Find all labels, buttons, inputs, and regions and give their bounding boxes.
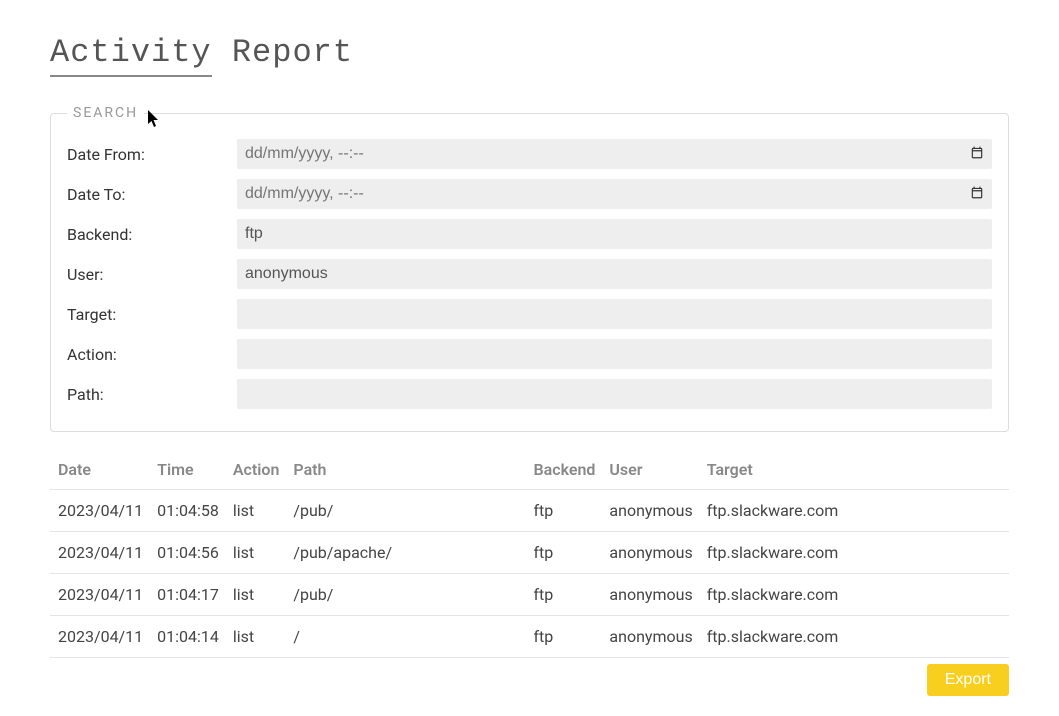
th-target[interactable]: Target — [699, 450, 1009, 490]
td-date: 2023/04/11 — [50, 616, 149, 658]
date-to-label: Date To: — [67, 185, 237, 204]
td-date: 2023/04/11 — [50, 574, 149, 616]
td-path: /pub/ — [285, 490, 525, 532]
td-path: / — [285, 616, 525, 658]
td-date: 2023/04/11 — [50, 490, 149, 532]
th-time[interactable]: Time — [149, 450, 225, 490]
search-fieldset: SEARCH Date From: Date To: Backend: — [50, 105, 1009, 432]
target-input[interactable] — [237, 299, 992, 329]
td-target: ftp.slackware.com — [699, 532, 1009, 574]
td-time: 01:04:58 — [149, 490, 225, 532]
page-title: Activity Report — [50, 34, 1009, 77]
td-action: list — [225, 616, 286, 658]
td-target: ftp.slackware.com — [699, 490, 1009, 532]
td-action: list — [225, 490, 286, 532]
backend-input[interactable] — [237, 219, 992, 249]
th-backend[interactable]: Backend — [525, 450, 601, 490]
td-backend: ftp — [525, 574, 601, 616]
td-path: /pub/apache/ — [285, 532, 525, 574]
path-input[interactable] — [237, 379, 992, 409]
td-target: ftp.slackware.com — [699, 616, 1009, 658]
table-row: 2023/04/1101:04:17list/pub/ftpanonymousf… — [50, 574, 1009, 616]
user-label: User: — [67, 265, 237, 284]
table-row: 2023/04/1101:04:14list/ftpanonymousftp.s… — [50, 616, 1009, 658]
date-from-input[interactable] — [237, 139, 992, 169]
page-title-text-2: Report — [212, 34, 353, 71]
td-action: list — [225, 574, 286, 616]
td-backend: ftp — [525, 616, 601, 658]
th-date[interactable]: Date — [50, 450, 149, 490]
td-time: 01:04:17 — [149, 574, 225, 616]
td-backend: ftp — [525, 490, 601, 532]
action-label: Action: — [67, 345, 237, 364]
td-date: 2023/04/11 — [50, 532, 149, 574]
table-row: 2023/04/1101:04:56list/pub/apache/ftpano… — [50, 532, 1009, 574]
results-table: Date Time Action Path Backend User Targe… — [50, 450, 1009, 658]
td-time: 01:04:56 — [149, 532, 225, 574]
date-from-label: Date From: — [67, 145, 237, 164]
date-to-input[interactable] — [237, 179, 992, 209]
backend-label: Backend: — [67, 225, 237, 244]
table-row: 2023/04/1101:04:58list/pub/ftpanonymousf… — [50, 490, 1009, 532]
th-action[interactable]: Action — [225, 450, 286, 490]
user-input[interactable] — [237, 259, 992, 289]
td-path: /pub/ — [285, 574, 525, 616]
td-target: ftp.slackware.com — [699, 574, 1009, 616]
td-action: list — [225, 532, 286, 574]
td-user: anonymous — [601, 616, 698, 658]
search-legend: SEARCH — [67, 105, 144, 121]
th-path[interactable]: Path — [285, 450, 525, 490]
td-time: 01:04:14 — [149, 616, 225, 658]
path-label: Path: — [67, 385, 237, 404]
page-title-text-1: Activity — [50, 34, 212, 77]
td-user: anonymous — [601, 574, 698, 616]
td-user: anonymous — [601, 490, 698, 532]
target-label: Target: — [67, 305, 237, 324]
td-backend: ftp — [525, 532, 601, 574]
td-user: anonymous — [601, 532, 698, 574]
export-button[interactable]: Export — [927, 664, 1009, 696]
action-input[interactable] — [237, 339, 992, 369]
th-user[interactable]: User — [601, 450, 698, 490]
